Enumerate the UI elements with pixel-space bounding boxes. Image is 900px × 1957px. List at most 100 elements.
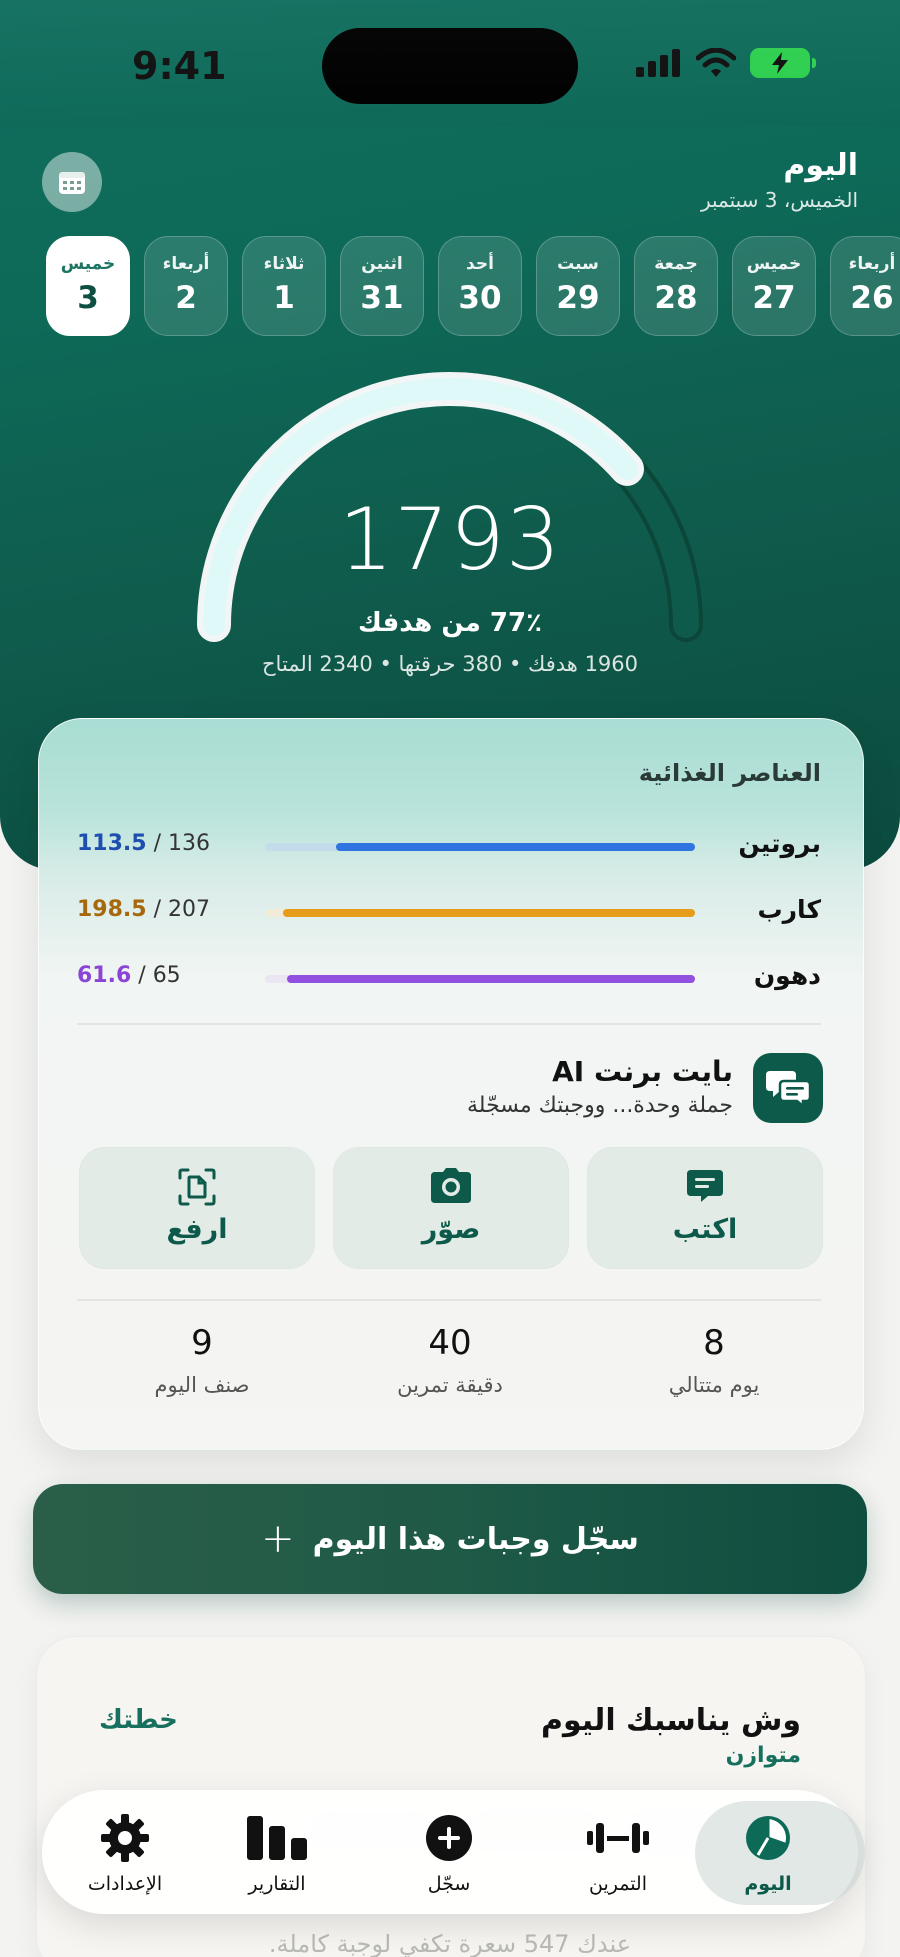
day-number: 3 <box>77 280 99 316</box>
tab-label: سجّل <box>427 1873 471 1895</box>
document-scan-icon <box>178 1168 216 1206</box>
stat-exercise: 40 دقيقة تمرين <box>325 1323 575 1397</box>
macro-name: بروتين <box>738 829 821 858</box>
write-button[interactable]: اكتب <box>587 1147 823 1269</box>
calorie-summary: 1960 هدفك • 380 حرقتها • 2340 المتاح <box>261 652 639 676</box>
action-label: اكتب <box>672 1214 738 1245</box>
tab-label: التقارير <box>248 1873 306 1895</box>
day-chip[interactable]: أحد 30 <box>438 236 522 336</box>
day-number: 1 <box>273 280 295 316</box>
status-icons <box>636 48 816 78</box>
day-number: 26 <box>850 280 894 316</box>
macro-name: دهون <box>753 961 821 990</box>
tab-log[interactable]: سجّل <box>374 1791 524 1915</box>
macro-fill <box>336 843 695 851</box>
plan-subtitle: متوازن <box>725 1743 801 1768</box>
day-name: ثلاثاء <box>263 254 305 274</box>
ai-title: بايت برنت AI <box>552 1055 733 1088</box>
macro-target: 136 <box>168 831 210 856</box>
nutrients-title: العناصر الغذائية <box>638 759 821 787</box>
macro-current: 198.5 <box>77 897 147 922</box>
day-chip[interactable]: ثلاثاء 1 <box>242 236 326 336</box>
dynamic-island <box>322 28 578 104</box>
macro-fill <box>282 909 695 917</box>
macro-row-carbs: كارب 198.5 / 207 <box>77 895 821 929</box>
plus-circle-icon <box>426 1815 472 1861</box>
plan-hint: عندك 547 سعرة تكفي لوجبة كاملة. <box>268 1930 632 1957</box>
macro-track <box>265 975 695 983</box>
day-chip-selected[interactable]: خميس 3 <box>46 236 130 336</box>
day-chip[interactable]: جمعة 28 <box>634 236 718 336</box>
stat-value: 9 <box>191 1323 213 1363</box>
day-chip[interactable]: أربعاء 2 <box>144 236 228 336</box>
page-title: اليوم <box>783 148 858 183</box>
day-number: 28 <box>654 280 698 316</box>
day-number: 2 <box>175 280 197 316</box>
macro-row-protein: بروتين 113.5 / 136 <box>77 829 821 863</box>
calories-value: 1793 <box>338 490 562 590</box>
stat-label: يوم متتالي <box>668 1373 760 1397</box>
log-meals-button[interactable]: سجّل وجبات هذا اليوم + <box>33 1484 867 1594</box>
gear-icon <box>101 1814 149 1862</box>
macro-fill <box>287 975 695 983</box>
action-label: ارفع <box>166 1214 228 1245</box>
macro-current: 113.5 <box>77 831 147 856</box>
photo-button[interactable]: صوّر <box>333 1147 569 1269</box>
macro-value: 198.5 / 207 <box>77 897 210 922</box>
stat-items: 9 صنف اليوم <box>77 1323 327 1397</box>
day-chip[interactable]: سبت 29 <box>536 236 620 336</box>
plus-icon: + <box>261 1516 295 1562</box>
macro-row-fat: دهون 61.6 / 65 <box>77 961 821 995</box>
day-number: 30 <box>458 280 502 316</box>
wifi-icon <box>696 48 736 77</box>
bar-chart-icon <box>247 1816 307 1860</box>
camera-icon <box>431 1168 471 1203</box>
pie-chart-icon <box>746 1816 790 1860</box>
goal-percent: 77٪ من هدفك <box>358 608 542 638</box>
plan-title: وش يناسبك اليوم <box>541 1703 801 1738</box>
macro-value: 61.6 / 65 <box>77 963 181 988</box>
macro-current: 61.6 <box>77 963 132 988</box>
stat-label: صنف اليوم <box>154 1373 250 1397</box>
tab-label: التمرين <box>588 1873 648 1895</box>
cellular-signal-icon <box>636 49 680 77</box>
tab-bar: اليوم التمرين سجّل التقارير الإعدادات <box>42 1790 865 1915</box>
status-time: 9:41 <box>132 44 227 88</box>
macro-track <box>265 843 695 851</box>
day-name: أربعاء <box>848 254 896 274</box>
day-name: أربعاء <box>162 254 210 274</box>
day-number: 27 <box>752 280 796 316</box>
stat-value: 40 <box>428 1323 472 1363</box>
ai-subtitle: جملة وحدة... ووجبتك مسجّلة <box>466 1093 733 1118</box>
tab-settings[interactable]: الإعدادات <box>50 1791 200 1915</box>
day-name: خميس <box>746 254 802 274</box>
day-number: 31 <box>360 280 404 316</box>
day-chip[interactable]: اثنين 31 <box>340 236 424 336</box>
calendar-icon <box>59 172 85 194</box>
day-name: جمعة <box>654 254 698 274</box>
action-label: صوّر <box>421 1214 481 1245</box>
page-date: الخميس، 3 سبتمبر <box>700 188 858 212</box>
tab-today[interactable]: اليوم <box>693 1791 865 1915</box>
stat-value: 8 <box>703 1323 725 1363</box>
macro-target: 207 <box>168 897 210 922</box>
tab-reports[interactable]: التقارير <box>202 1791 352 1915</box>
day-name: أحد <box>466 254 494 274</box>
ai-assistant-icon <box>753 1053 823 1123</box>
calendar-button[interactable] <box>42 152 102 212</box>
tab-workout[interactable]: التمرين <box>543 1791 693 1915</box>
day-chip[interactable]: أربعاء 26 <box>830 236 900 336</box>
macro-name: كارب <box>757 895 821 924</box>
divider <box>77 1023 821 1025</box>
stat-streak: 8 يوم متتالي <box>589 1323 839 1397</box>
day-number: 29 <box>556 280 600 316</box>
plan-link[interactable]: خطتك <box>99 1705 178 1735</box>
day-chip[interactable]: خميس 27 <box>732 236 816 336</box>
day-name: اثنين <box>361 254 403 274</box>
upload-button[interactable]: ارفع <box>79 1147 315 1269</box>
tab-label: اليوم <box>744 1873 792 1895</box>
chat-icon <box>687 1170 723 1202</box>
day-name: سبت <box>557 254 599 274</box>
battery-charging-icon <box>750 48 816 78</box>
macro-target: 65 <box>152 963 181 988</box>
